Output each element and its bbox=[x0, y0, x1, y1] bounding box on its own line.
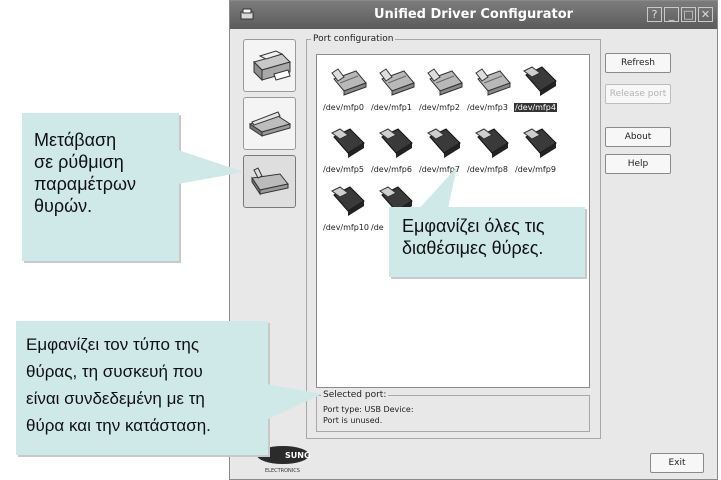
help-window-button[interactable]: ? bbox=[647, 7, 662, 22]
minimize-button[interactable]: _ bbox=[664, 7, 679, 22]
callout-selected-port-info: Εμφανίζει τον τύπο της θύρας, τη συσκευή… bbox=[16, 321, 268, 455]
callout-port-settings: Μετάβαση σε ρύθμιση παραμέτρων θυρών. bbox=[22, 113, 179, 261]
usb-port-icon bbox=[331, 186, 365, 216]
port-item[interactable]: /dev/mfp5 bbox=[323, 123, 377, 181]
port-item[interactable]: /dev/mfp9 bbox=[515, 123, 569, 181]
parallel-port-icon bbox=[475, 68, 511, 96]
release-port-button[interactable]: Release port bbox=[605, 84, 671, 104]
port-item[interactable]: /dev/mfp10 bbox=[323, 181, 377, 239]
port-item[interactable]: /dev/mfp0 bbox=[323, 61, 377, 119]
selected-port-group: Selected port: Port type: USB Device: Po… bbox=[316, 390, 590, 432]
printer-icon bbox=[253, 50, 291, 82]
callout-pointer-center bbox=[415, 167, 457, 213]
selected-port-label: Selected port: bbox=[321, 390, 389, 400]
refresh-button[interactable]: Refresh bbox=[605, 53, 671, 73]
scanner-configuration-button[interactable] bbox=[243, 97, 296, 150]
window-title: Unified Driver Configurator bbox=[373, 7, 574, 22]
usb-port-icon bbox=[475, 128, 509, 158]
maximize-button[interactable]: □ bbox=[681, 7, 696, 22]
port-configuration-label: Port configuration bbox=[311, 34, 396, 44]
about-button[interactable]: About bbox=[605, 127, 671, 147]
port-status-text: Port is unused. bbox=[323, 416, 383, 425]
parallel-port-icon bbox=[379, 68, 415, 96]
svg-text:SUNG: SUNG bbox=[285, 451, 311, 460]
usb-port-icon bbox=[523, 66, 557, 96]
callout-available-ports: Εμφανίζει όλες τις διαθέσιμες θύρες. bbox=[389, 207, 585, 277]
port-icon bbox=[251, 167, 289, 196]
callout-pointer-left bbox=[178, 150, 244, 184]
scanner-icon bbox=[248, 111, 292, 137]
port-label: /dev/mfp9 bbox=[515, 165, 556, 174]
title-bar: Unified Driver Configurator ? _ □ ✕ bbox=[230, 1, 717, 29]
port-item[interactable]: /dev/mfp4 bbox=[514, 61, 569, 119]
port-label: /dev/mfp4 bbox=[514, 103, 557, 112]
parallel-port-icon bbox=[427, 68, 463, 96]
port-item[interactable]: /dev/mfp8 bbox=[467, 123, 521, 181]
port-configuration-button[interactable] bbox=[243, 155, 296, 208]
port-item[interactable]: /dev/mfp3 bbox=[467, 61, 521, 119]
parallel-port-icon bbox=[331, 68, 367, 96]
close-button[interactable]: ✕ bbox=[698, 7, 713, 22]
port-item[interactable]: /dev/mfp2 bbox=[419, 61, 473, 119]
svg-text:ELECTRONICS: ELECTRONICS bbox=[265, 468, 300, 474]
usb-port-icon bbox=[523, 128, 557, 158]
port-type-text: Port type: USB Device: bbox=[323, 405, 414, 414]
usb-port-icon bbox=[379, 128, 413, 158]
printer-configuration-button[interactable] bbox=[243, 39, 296, 92]
help-button[interactable]: Help bbox=[605, 154, 671, 174]
port-item[interactable]: /dev/mfp1 bbox=[371, 61, 425, 119]
exit-button[interactable]: Exit bbox=[650, 453, 704, 473]
usb-port-icon bbox=[331, 128, 365, 158]
callout-pointer-bottom bbox=[266, 384, 322, 420]
usb-port-icon bbox=[427, 128, 461, 158]
